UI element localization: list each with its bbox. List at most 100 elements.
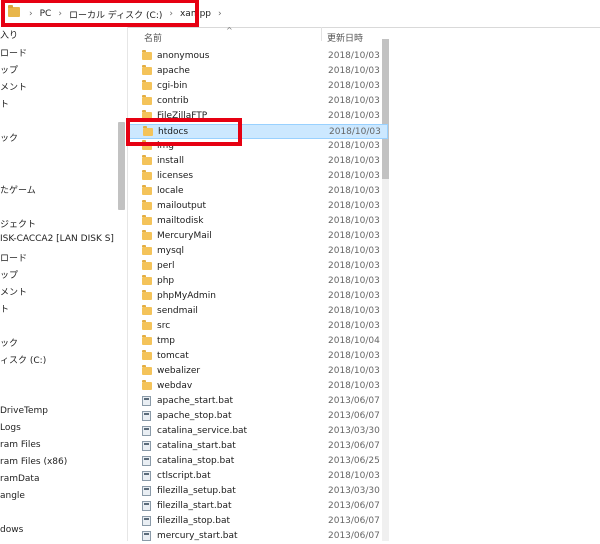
file-row[interactable]: src 2018/10/03 9:2 [128,319,388,334]
file-row[interactable]: apache_start.bat 2013/06/07 2 [128,394,388,409]
file-row[interactable]: licenses 2018/10/03 9:2 [128,169,388,184]
nav-item[interactable]: ロード [0,251,27,264]
nav-item[interactable]: ramData [0,474,39,484]
file-date: 2013/06/07 2 [328,516,382,526]
column-divider[interactable] [321,27,322,41]
file-name: contrib [157,96,189,106]
nav-item[interactable]: ジェクト [0,217,36,230]
file-date: 2018/10/03 9:2 [328,381,382,391]
file-row[interactable]: install 2018/10/03 9:2 [128,154,388,169]
file-date: 2018/10/03 9:2 [328,471,382,481]
file-date: 2018/10/03 9:2 [328,306,382,316]
nav-item[interactable]: ロード [0,46,27,59]
nav-item[interactable]: メント [0,285,27,298]
file-row[interactable]: php 2018/10/03 9:2 [128,274,388,289]
file-row[interactable]: catalina_stop.bat 2013/06/25 2 [128,454,388,469]
file-row[interactable]: mysql 2018/10/03 9:2 [128,244,388,259]
file-date: 2018/10/03 9:2 [328,216,382,226]
nav-item[interactable]: ップ [0,63,18,76]
file-list: ^ 名前 更新日時 anonymous 2018/10/03 9:2 apache 2… [128,26,600,544]
column-date[interactable]: 更新日時 [327,31,363,44]
folder-icon [142,365,152,375]
file-name: perl [157,261,175,271]
file-date: 2018/10/03 9:2 [328,81,382,91]
chevron-right-icon[interactable]: › [218,9,222,19]
nav-item[interactable]: DriveTemp [0,406,48,416]
nav-item[interactable]: ト [0,302,9,315]
file-row[interactable]: perl 2018/10/03 9:2 [128,259,388,274]
file-name: phpMyAdmin [157,291,216,301]
file-row[interactable]: webalizer 2018/10/03 9:2 [128,364,388,379]
nav-item[interactable]: ップ [0,268,18,281]
file-row[interactable]: filezilla_setup.bat 2013/03/30 2 [128,484,388,499]
file-row[interactable]: tomcat 2018/10/03 9:2 [128,349,388,364]
nav-item[interactable]: ISK-CACCA2 [LAN DISK S] [0,234,114,244]
file-row[interactable]: sendmail 2018/10/03 9:2 [128,304,388,319]
file-date: 2018/10/03 9:2 [329,127,383,137]
file-name: mysql [157,246,184,256]
folder-icon [142,185,152,195]
file-row[interactable]: MercuryMail 2018/10/03 9:2 [128,229,388,244]
folder-icon [142,170,152,180]
file-row[interactable]: webdav 2018/10/03 9:2 [128,379,388,394]
file-date: 2018/10/03 9:2 [328,351,382,361]
file-row[interactable]: anonymous 2018/10/03 9:2 [128,49,388,64]
nav-item[interactable]: ram Files [0,440,41,450]
file-row[interactable]: contrib 2018/10/03 9:2 [128,94,388,109]
nav-item[interactable]: たゲーム [0,183,36,196]
folder-icon [142,275,152,285]
folder-icon [142,380,152,390]
file-name: ctlscript.bat [157,471,211,481]
file-row[interactable]: ctlscript.bat 2018/10/03 9:2 [128,469,388,484]
column-name[interactable]: 名前 [144,31,162,44]
nav-item[interactable]: ック [0,336,18,349]
folder-icon [142,80,152,90]
file-row[interactable]: apache 2018/10/03 9:2 [128,64,388,79]
file-date: 2018/10/03 9:2 [328,186,382,196]
nav-item[interactable]: 入り [0,28,18,41]
file-name: php [157,276,175,286]
file-row[interactable]: filezilla_stop.bat 2013/06/07 2 [128,514,388,529]
file-row[interactable]: cgi-bin 2018/10/03 9:2 [128,79,388,94]
nav-item[interactable]: dows [0,525,23,535]
file-row[interactable]: tmp 2018/10/04 10 [128,334,388,349]
file-row[interactable]: locale 2018/10/03 9:2 [128,184,388,199]
batch-file-icon [142,531,151,541]
folder-icon [142,320,152,330]
batch-file-icon [142,396,151,406]
file-row[interactable]: mailtodisk 2018/10/03 9:2 [128,214,388,229]
file-row[interactable]: phpMyAdmin 2018/10/03 9:2 [128,289,388,304]
file-row[interactable]: catalina_service.bat 2013/03/30 2 [128,424,388,439]
file-date: 2018/10/03 9:2 [328,291,382,301]
nav-scrollbar-thumb[interactable] [118,122,125,210]
nav-item[interactable]: angle [0,491,25,501]
nav-item[interactable]: Logs [0,423,21,433]
file-row[interactable]: mercury_start.bat 2013/06/07 2 [128,529,388,544]
file-row[interactable]: catalina_start.bat 2013/06/07 2 [128,439,388,454]
folder-icon [142,50,152,60]
folder-icon [142,245,152,255]
nav-item[interactable]: ram Files (x86) [0,457,67,467]
file-date: 2018/10/03 9:2 [328,276,382,286]
folder-icon [142,290,152,300]
file-date: 2013/03/30 2 [328,486,382,496]
file-name: apache_stop.bat [157,411,232,421]
highlight-box-address [1,0,199,27]
file-row[interactable]: filezilla_start.bat 2013/06/07 2 [128,499,388,514]
batch-file-icon [142,426,151,436]
file-name: apache_start.bat [157,396,234,406]
nav-item[interactable]: ィスク (C:) [0,353,46,366]
file-name: sendmail [157,306,198,316]
file-name: catalina_stop.bat [157,456,235,466]
folder-icon [142,305,152,315]
nav-item[interactable]: ック [0,131,18,144]
nav-item[interactable]: メント [0,80,27,93]
folder-icon [142,155,152,165]
folder-icon [142,350,152,360]
file-date: 2018/10/03 9:2 [328,156,382,166]
file-row[interactable]: mailoutput 2018/10/03 9:2 [128,199,388,214]
batch-file-icon [142,471,151,481]
nav-item[interactable]: ト [0,97,9,110]
file-row[interactable]: apache_stop.bat 2013/06/07 2 [128,409,388,424]
file-date: 2013/06/07 2 [328,396,382,406]
